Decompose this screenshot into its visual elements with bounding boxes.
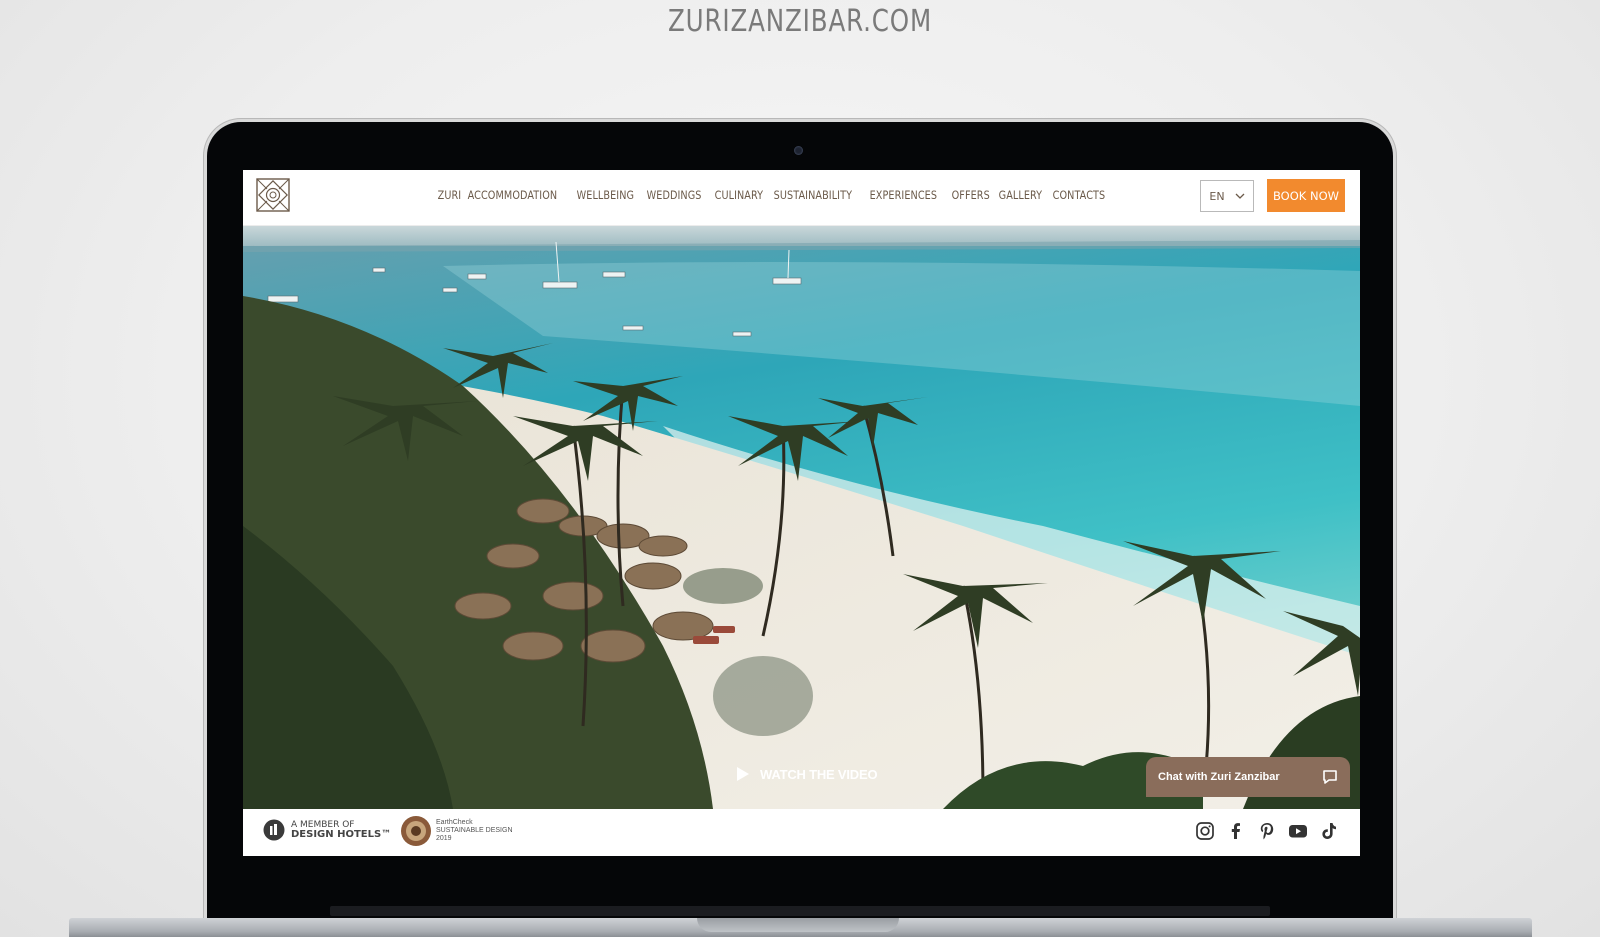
nav-item-experiences[interactable]: EXPERIENCES — [865, 188, 942, 202]
pinterest-icon[interactable] — [1257, 821, 1277, 841]
language-select[interactable]: EN — [1200, 180, 1254, 212]
earthcheck-line2: SUSTAINABLE DESIGN — [436, 827, 513, 834]
nav-item-weddings[interactable]: WEDDINGS — [642, 188, 706, 202]
watch-video-button[interactable]: WATCH THE VIDEO — [736, 766, 878, 782]
earthcheck-text: EarthCheck SUSTAINABLE DESIGN 2019 — [436, 819, 513, 843]
earthcheck-line3: 2019 — [436, 835, 452, 842]
design-hotels-text: A MEMBER OF DESIGN HOTELS™ — [291, 820, 391, 840]
design-hotels-badge[interactable]: A MEMBER OF DESIGN HOTELS™ — [263, 819, 391, 841]
beach-aerial-image — [243, 226, 1360, 809]
nav-item-culinary[interactable]: CULINARY — [710, 188, 768, 202]
design-hotels-logo-icon — [263, 819, 285, 841]
chat-widget[interactable]: Chat with Zuri Zanzibar — [1146, 757, 1350, 797]
zuri-logo-icon[interactable] — [255, 177, 291, 213]
site-footer: A MEMBER OF DESIGN HOTELS™ EarthCheck SU… — [243, 809, 1360, 856]
main-nav: ZURI ACCOMMODATION WELLBEING WEDDINGS CU… — [433, 188, 1113, 202]
nav-item-sustainability[interactable]: SUSTAINABILITY — [769, 188, 857, 202]
chat-label: Chat with Zuri Zanzibar — [1158, 771, 1280, 783]
nav-item-accommodation[interactable]: ACCOMMODATION — [463, 188, 562, 202]
chevron-down-icon — [1235, 193, 1245, 199]
book-now-button[interactable]: BOOK NOW — [1267, 179, 1345, 212]
chat-bubble-icon — [1323, 770, 1337, 784]
website-screen: ZURI ACCOMMODATION WELLBEING WEDDINGS CU… — [243, 170, 1360, 856]
watch-video-label: WATCH THE VIDEO — [760, 766, 878, 782]
social-links — [1195, 821, 1339, 841]
language-value: EN — [1209, 189, 1225, 203]
bezel-strip — [330, 906, 1270, 916]
nav-item-contacts[interactable]: CONTACTS — [1048, 188, 1110, 202]
play-icon — [737, 767, 749, 781]
laptop-notch — [697, 918, 899, 932]
page-caption: ZURIZANZIBAR.COM — [667, 4, 933, 39]
instagram-icon[interactable] — [1195, 821, 1215, 841]
nav-item-gallery[interactable]: GALLERY — [994, 188, 1047, 202]
facebook-icon[interactable] — [1226, 821, 1246, 841]
nav-item-zuri[interactable]: ZURI — [433, 188, 466, 202]
hero-video[interactable]: WATCH THE VIDEO Chat with Zuri Zanzibar — [243, 226, 1360, 809]
nav-item-offers[interactable]: OFFERS — [947, 188, 994, 202]
camera-dot — [794, 146, 803, 155]
youtube-icon[interactable] — [1288, 821, 1308, 841]
laptop-base — [69, 918, 1532, 937]
design-hotels-line2: DESIGN HOTELS™ — [291, 829, 392, 840]
earthcheck-line1: EarthCheck — [436, 819, 473, 826]
earthcheck-seal-icon — [401, 816, 431, 846]
earthcheck-badge[interactable]: EarthCheck SUSTAINABLE DESIGN 2019 — [400, 815, 513, 847]
tiktok-icon[interactable] — [1319, 821, 1339, 841]
nav-item-wellbeing[interactable]: WELLBEING — [572, 188, 639, 202]
site-header: ZURI ACCOMMODATION WELLBEING WEDDINGS CU… — [243, 170, 1360, 226]
